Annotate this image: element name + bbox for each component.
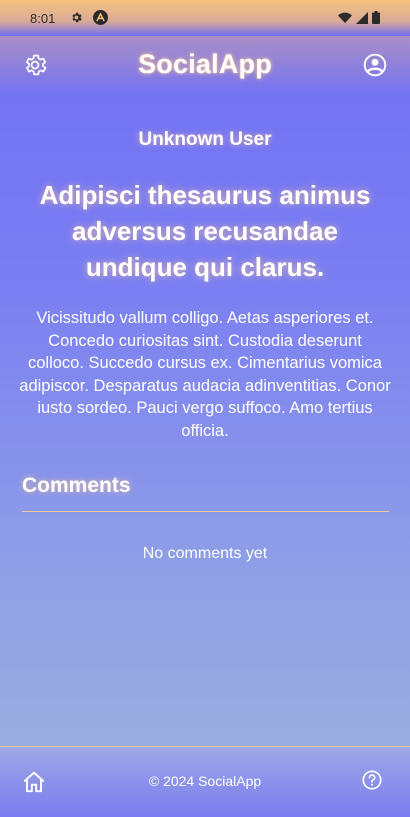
footer-copyright: © 2024 SocialApp xyxy=(148,773,262,789)
status-time: 8:01 xyxy=(30,11,56,26)
comments-divider xyxy=(22,511,389,512)
status-bar: 8:01 xyxy=(0,0,410,36)
battery-icon xyxy=(372,11,380,24)
wifi-icon xyxy=(338,12,352,23)
post-author: Unknown User xyxy=(138,129,272,150)
post-title: Adipisci thesaurus animus adversus recus… xyxy=(39,180,371,282)
no-comments-text: No comments yet xyxy=(142,545,268,562)
status-icons xyxy=(338,11,380,24)
account-icon[interactable] xyxy=(362,52,388,78)
comments-heading: Comments xyxy=(22,474,131,497)
app-title: SocialApp xyxy=(138,49,272,79)
help-icon[interactable] xyxy=(361,769,387,795)
gear-icon xyxy=(70,11,83,24)
post-body: Vicissitudo vallum colligo. Aetas asperi… xyxy=(19,309,391,440)
a-icon xyxy=(93,10,108,25)
app-header: SocialApp xyxy=(0,36,410,96)
signal-icon xyxy=(356,11,368,24)
footer: © 2024 SocialApp xyxy=(0,746,410,817)
